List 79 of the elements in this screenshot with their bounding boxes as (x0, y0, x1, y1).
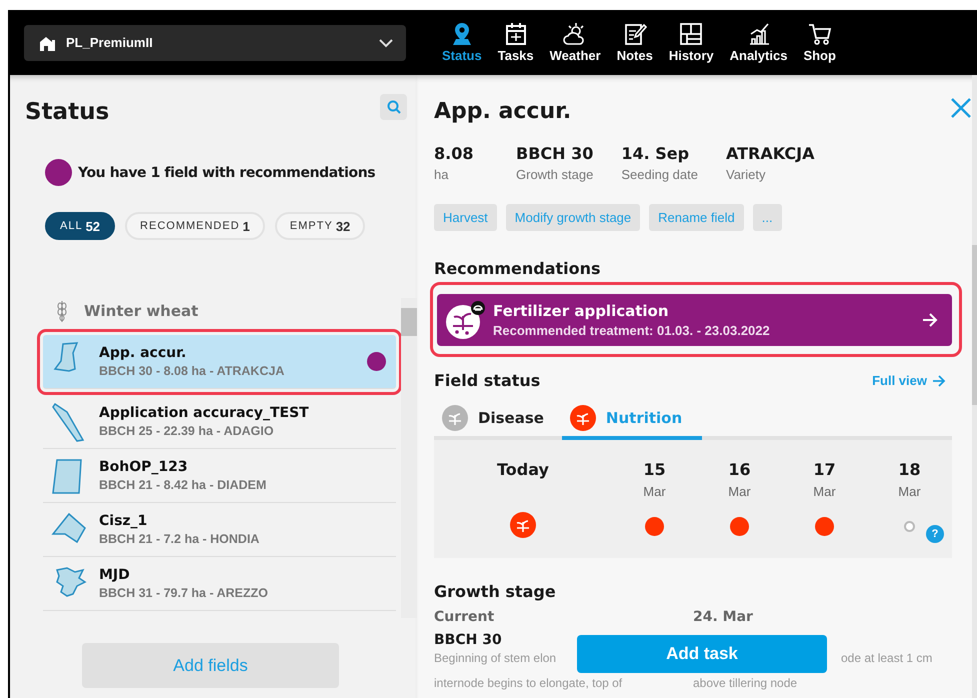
field-name: Application accuracy_TEST (99, 405, 310, 421)
field-details: BBCH 30 - 8.08 ha - ATRAKCJA (99, 364, 286, 378)
filter-chip[interactable]: RECOMMENDED 1 (125, 212, 265, 240)
grid-icon (679, 22, 704, 46)
recommendation-dates: Recommended treatment: 01.03. - 23.03.2022 (493, 323, 771, 338)
growth-description: Beginning of stem elon (434, 651, 556, 665)
field-name: BohOP_123 (99, 459, 189, 475)
forecast-day: Today (497, 460, 549, 480)
status-category-icon (570, 405, 596, 431)
stat-value: BBCH 30 (516, 144, 594, 163)
forecast-month: Mar (898, 484, 921, 500)
field-name: MJD (99, 567, 131, 583)
forecast-day: 17 (813, 460, 836, 480)
forecast-day: 16 (728, 460, 751, 480)
arrow-right-icon (922, 312, 938, 328)
field-list-item[interactable]: MJD BBCH 31 - 79.7 ha - AREZZO (43, 557, 396, 611)
stat-label: Seeding date (621, 167, 698, 182)
panel-title: Status (25, 99, 110, 125)
search-button[interactable] (380, 94, 407, 120)
arrow-right-icon (932, 374, 946, 388)
field-details: BBCH 25 - 22.39 ha - ADAGIO (99, 424, 275, 438)
field-list-item[interactable]: Cisz_1 BBCH 21 - 7.2 ha - HONDIA (43, 503, 396, 557)
field-details: BBCH 21 - 7.2 ha - HONDIA (99, 532, 260, 546)
field-details: BBCH 21 - 8.42 ha - DIADEM (99, 478, 268, 492)
field-list-item[interactable]: BohOP_123 BBCH 21 - 8.42 ha - DIADEM (43, 449, 396, 503)
scrollbar[interactable] (972, 75, 977, 698)
crop-group-label: Winter wheat (84, 302, 198, 320)
section-heading: Field status (434, 371, 540, 390)
field-name: Cisz_1 (99, 513, 148, 529)
filter-chip[interactable]: EMPTY 32 (274, 212, 366, 240)
growth-description: above tillering node (693, 676, 798, 690)
farm-dropdown[interactable]: PL_PremiumII (24, 24, 406, 60)
forecast-month: Mar (643, 484, 666, 500)
stat-value: 8.08 (434, 144, 474, 163)
forecast-day: 15 (643, 460, 666, 480)
growth-description: internode begins to elongate, top of (434, 676, 622, 690)
growth-description: ode at least 1 cm (841, 651, 932, 665)
field-details: BBCH 31 - 79.7 ha - AREZZO (99, 586, 270, 600)
calendar-icon (504, 22, 528, 46)
wheat-icon (56, 300, 68, 322)
recommendation-card[interactable]: Fertilizer application Recommended treatment: 01.03. - 23.03.2022 (437, 294, 952, 346)
stat-label: Variety (726, 167, 766, 182)
scrollbar[interactable] (401, 298, 417, 618)
nav-tab[interactable]: Weather (542, 22, 609, 63)
status-category-icon (442, 405, 468, 431)
recommendation-notice: You have 1 field with recommendations (78, 164, 376, 180)
nav-tab[interactable]: History (660, 22, 722, 63)
recommendation-title: Fertilizer application (493, 302, 670, 320)
section-heading: Recommendations (434, 259, 602, 278)
nav-tab[interactable]: Notes (608, 22, 661, 63)
cart-icon (808, 22, 832, 46)
search-icon (386, 100, 400, 114)
farm-name: PL_PremiumII (66, 35, 154, 50)
field-name: App. accur. (99, 345, 188, 361)
field-title: App. accur. (434, 99, 572, 124)
growth-stage-value: BBCH 30 (434, 632, 503, 650)
nav-tab[interactable]: Shop (795, 22, 844, 63)
forecast-day: 18 (898, 460, 921, 480)
close-button[interactable] (950, 97, 972, 119)
stat-value: 14. Sep (621, 144, 690, 163)
nav-tab[interactable]: Analytics (722, 22, 796, 63)
close-icon (950, 97, 972, 119)
stat-label: ha (434, 167, 450, 182)
fertilizer-icon (445, 300, 485, 340)
section-heading: Growth stage (434, 582, 557, 601)
notepad-pencil-icon (622, 22, 647, 46)
growth-label: 24. Mar (693, 609, 754, 625)
forecast-month: Mar (813, 484, 836, 500)
filter-chip[interactable]: ALL 52 (45, 212, 116, 240)
category-tab[interactable]: Disease (434, 400, 552, 440)
stat-label: Growth stage (516, 167, 594, 182)
field-shape-icon (51, 402, 87, 442)
forecast-month: Mar (728, 484, 751, 500)
field-list-item[interactable]: Application accuracy_TEST BBCH 25 - 22.39 ha - ADAGIO (43, 395, 396, 449)
stat-value: ATRAKCJA (726, 144, 814, 163)
growth-label: Current (434, 609, 496, 625)
nav-tab[interactable]: Tasks (490, 22, 542, 63)
recommendation-dot (45, 159, 72, 186)
nav-tab[interactable]: Status (434, 22, 490, 63)
